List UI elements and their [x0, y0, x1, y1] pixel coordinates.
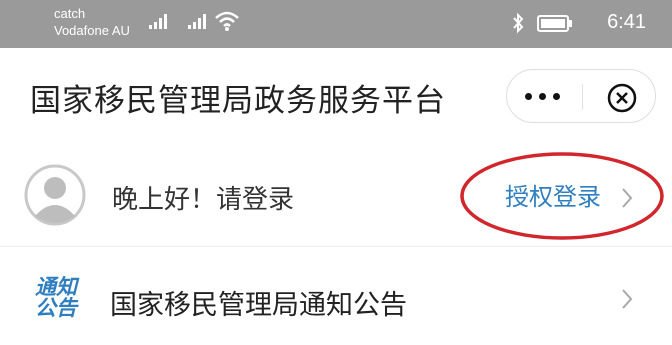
notice-icon-line-1: 通知 — [35, 275, 77, 299]
notice-icon: 通知 公告 — [35, 277, 87, 319]
clock-time: 6:41 — [607, 11, 646, 33]
more-dots-icon[interactable] — [525, 93, 560, 100]
status-bar: catch Vodafone AU 6:41 — [0, 0, 672, 48]
capsule-divider — [582, 84, 583, 110]
page-title: 国家移民管理局政务服务平台 — [30, 83, 446, 119]
notice-list-item[interactable]: 通知 公告 国家移民管理局通知公告 — [0, 247, 672, 345]
chevron-right-icon — [622, 289, 633, 309]
notice-label: 国家移民管理局通知公告 — [110, 290, 407, 321]
signal-icon — [149, 14, 167, 29]
bluetooth-icon — [513, 12, 524, 34]
wifi-icon — [215, 11, 239, 31]
carrier-line-1: catch — [54, 6, 86, 21]
login-row: 晚上好！请登录 授权登录 — [0, 144, 672, 247]
battery-icon — [537, 15, 572, 32]
carrier-label: catch Vodafone AU — [54, 5, 130, 39]
title-bar: 国家移民管理局政务服务平台 — [0, 48, 672, 144]
greeting-text: 晚上好！请登录 — [112, 185, 295, 215]
mini-program-capsule — [506, 69, 656, 123]
close-circle-icon[interactable] — [606, 82, 638, 114]
authorize-login-label[interactable]: 授权登录 — [505, 177, 601, 212]
notice-icon-line-2: 公告 — [35, 296, 77, 320]
carrier-line-2: Vodafone AU — [54, 23, 130, 38]
chevron-right-icon — [622, 188, 633, 208]
signal-icon — [188, 14, 206, 29]
user-avatar-icon — [24, 164, 86, 226]
